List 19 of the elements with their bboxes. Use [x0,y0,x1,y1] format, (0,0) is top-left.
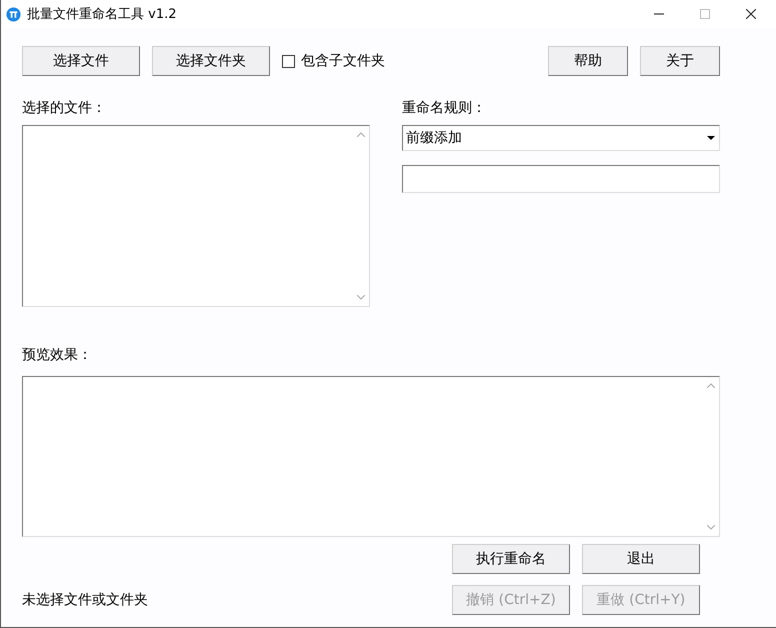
rename-rule-label: 重命名规则： [402,99,486,118]
status-text: 未选择文件或文件夹 [22,591,149,609]
select-folder-button[interactable]: 选择文件夹 [152,46,270,76]
close-icon[interactable] [746,9,756,19]
checkbox-label[interactable]: 包含子文件夹 [301,52,385,70]
select-files-button[interactable]: 选择文件 [22,46,140,76]
maximize-icon[interactable] [700,9,710,19]
rename-rule-dropdown[interactable]: 前缀添加 [402,125,720,151]
file-list-label: 选择的文件： [22,99,106,118]
caret-icon [707,136,715,140]
help-button[interactable]: 帮助 [548,46,628,76]
rename-button[interactable]: 执行重命名 [452,544,570,574]
app-logo-icon [6,6,21,22]
exit-button[interactable]: 退出 [582,544,700,574]
checkbox[interactable] [282,54,295,68]
preview-label: 预览效果： [22,346,93,365]
about-button[interactable]: 关于 [640,46,720,76]
rule-input-field[interactable] [402,165,720,193]
window-title: 批量文件重命名工具 v1.2 [27,6,176,23]
